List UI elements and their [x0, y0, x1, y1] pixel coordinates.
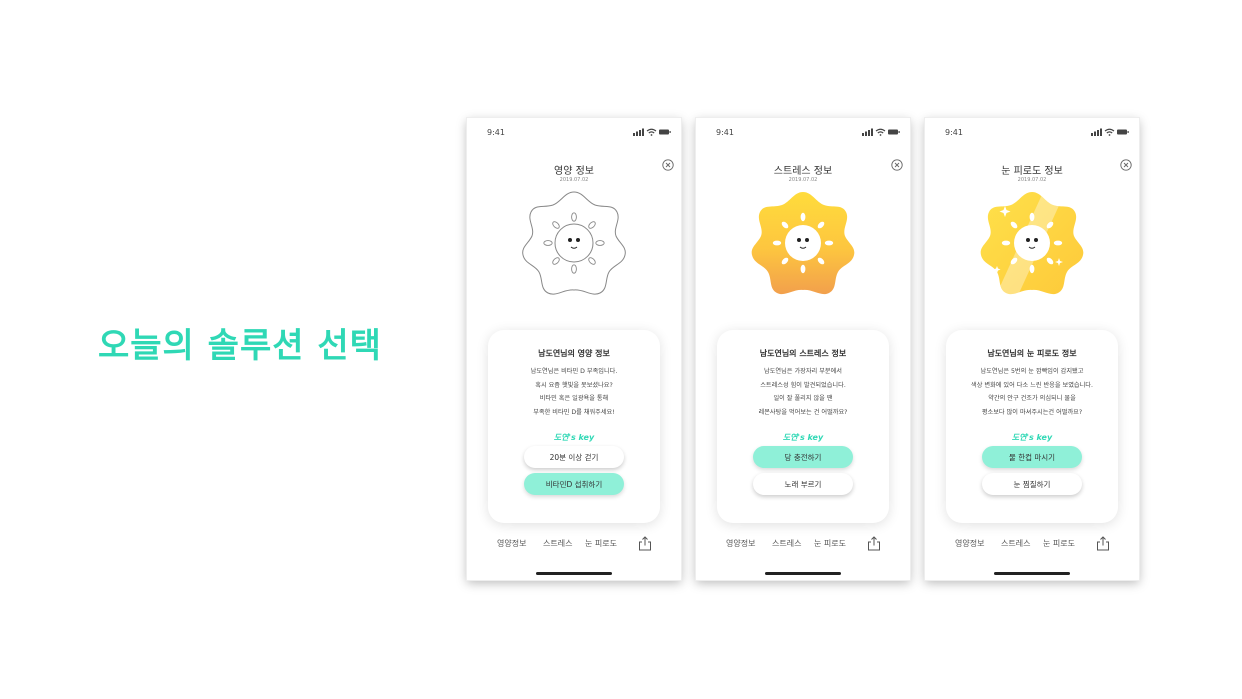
- share-icon[interactable]: [638, 536, 652, 551]
- status-time: 9:41: [716, 128, 734, 137]
- tab-stress[interactable]: 스트레스: [1001, 538, 1030, 549]
- info-card: 남도연님의 영양 정보 남도연님은 비타민 D 부족입니다. 혹시 요즘 햇빛을…: [488, 330, 660, 523]
- status-icons: [633, 128, 671, 136]
- card-line: 약간의 안구 건조가 의심되니 물을: [988, 395, 1076, 403]
- screen-title: 눈 피로도 정보: [1001, 166, 1063, 177]
- status-icons: [862, 128, 900, 136]
- card-description: 남도연님은 비타민 D 부족입니다. 혹시 요즘 햇빛을 못보셨나요? 비타민 …: [488, 365, 660, 419]
- card-title: 남도연님의 영양 정보: [538, 349, 610, 358]
- tab-nutrition[interactable]: 영양정보: [726, 538, 755, 549]
- card-line: 혹시 요즘 햇빛을 못보셨나요?: [535, 381, 613, 389]
- card-line: 남도연님은 5번의 눈 깜빡임이 감지됐고: [980, 368, 1084, 375]
- character-outline-icon: [522, 191, 626, 295]
- card-line: 레몬사탕을 먹어보는 건 어떨까요?: [758, 408, 848, 416]
- key-label: 도연's key: [553, 433, 595, 442]
- home-indicator: [765, 572, 841, 575]
- home-indicator: [994, 572, 1070, 575]
- character-sparkle-sun-icon: [980, 192, 1084, 295]
- status-time: 9:41: [487, 128, 505, 137]
- info-card: 남도연님의 스트레스 정보 남도연님은 가장자리 부분에서 스트레스성 힘이 발…: [717, 330, 889, 523]
- info-card: 남도연님의 눈 피로도 정보 남도연님은 5번의 눈 깜빡임이 감지됐고 색상 …: [946, 330, 1118, 523]
- status-time: 9:41: [945, 128, 963, 137]
- tab-eye-fatigue[interactable]: 눈 피로도: [1043, 538, 1075, 549]
- tab-bar: 영양정보 스트레스 눈 피로도: [467, 536, 681, 552]
- card-line: 일이 잘 풀리지 않을 땐: [773, 395, 833, 403]
- phone-screen-eye-fatigue: 9:41 눈 피로도 정보 2019.07.02 남도연님의 눈 피로도 정보 …: [925, 118, 1139, 580]
- home-indicator: [536, 572, 612, 575]
- card-line: 남도연님은 비타민 D 부족입니다.: [530, 368, 618, 375]
- solution-button-drink-water[interactable]: 물 한컵 마시기: [982, 446, 1082, 468]
- headline: 오늘의 솔루션 선택: [98, 326, 382, 366]
- phone-screen-nutrition: 9:41 영양 정보 2019.07.02 남도연님의 영양 정보 남도연님은 …: [467, 118, 681, 580]
- card-line: 색상 변화에 있어 다소 느린 반응을 보였습니다.: [971, 381, 1093, 389]
- share-icon[interactable]: [1096, 536, 1110, 551]
- screen-date: 2019.07.02: [559, 177, 589, 183]
- screen-title: 스트레스 정보: [773, 166, 833, 177]
- solution-button-walk[interactable]: 20분 이상 걷기: [524, 446, 624, 468]
- card-title: 남도연님의 스트레스 정보: [759, 349, 847, 358]
- card-line: 평소보다 많이 마셔주시는건 어떨까요?: [981, 408, 1083, 416]
- card-description: 남도연님은 5번의 눈 깜빡임이 감지됐고 색상 변화에 있어 다소 느린 반응…: [946, 365, 1118, 419]
- tab-stress[interactable]: 스트레스: [543, 538, 572, 549]
- card-title: 남도연님의 눈 피로도 정보: [987, 349, 1077, 358]
- tab-nutrition[interactable]: 영양정보: [955, 538, 984, 549]
- card-line: 비타민 혹은 일광욕을 통해: [539, 395, 609, 403]
- solution-button-eye-compress[interactable]: 눈 찜질하기: [982, 473, 1082, 495]
- card-line: 부족한 비타민 D를 채워주세요!: [533, 408, 615, 416]
- tab-eye-fatigue[interactable]: 눈 피로도: [814, 538, 846, 549]
- solution-button-sing[interactable]: 노래 부르기: [753, 473, 853, 495]
- phone-screen-stress: 9:41 스트레스 정보 2019.07.02 남도연님의 스트레스 정보 남도…: [696, 118, 910, 580]
- screen-date: 2019.07.02: [788, 177, 818, 183]
- screen-date: 2019.07.02: [1017, 177, 1047, 183]
- tab-bar: 영양정보 스트레스 눈 피로도: [696, 536, 910, 552]
- screen-title: 영양 정보: [554, 166, 594, 177]
- key-label: 도연's key: [1011, 433, 1053, 442]
- status-icons: [1091, 128, 1129, 136]
- solution-button-vitamin-d[interactable]: 비타민D 섭취하기: [524, 473, 624, 495]
- tab-eye-fatigue[interactable]: 눈 피로도: [585, 538, 617, 549]
- tab-bar: 영양정보 스트레스 눈 피로도: [925, 536, 1139, 552]
- tab-nutrition[interactable]: 영양정보: [497, 538, 526, 549]
- card-line: 남도연님은 가장자리 부분에서: [764, 368, 842, 375]
- share-icon[interactable]: [867, 536, 881, 551]
- card-description: 남도연님은 가장자리 부분에서 스트레스성 힘이 발견되었습니다. 일이 잘 풀…: [717, 365, 889, 419]
- character-sun-icon: [751, 192, 855, 295]
- key-label: 도연's key: [782, 433, 824, 442]
- card-line: 스트레스성 힘이 발견되었습니다.: [760, 381, 846, 389]
- tab-stress[interactable]: 스트레스: [772, 538, 801, 549]
- solution-button-sugar[interactable]: 당 충전하기: [753, 446, 853, 468]
